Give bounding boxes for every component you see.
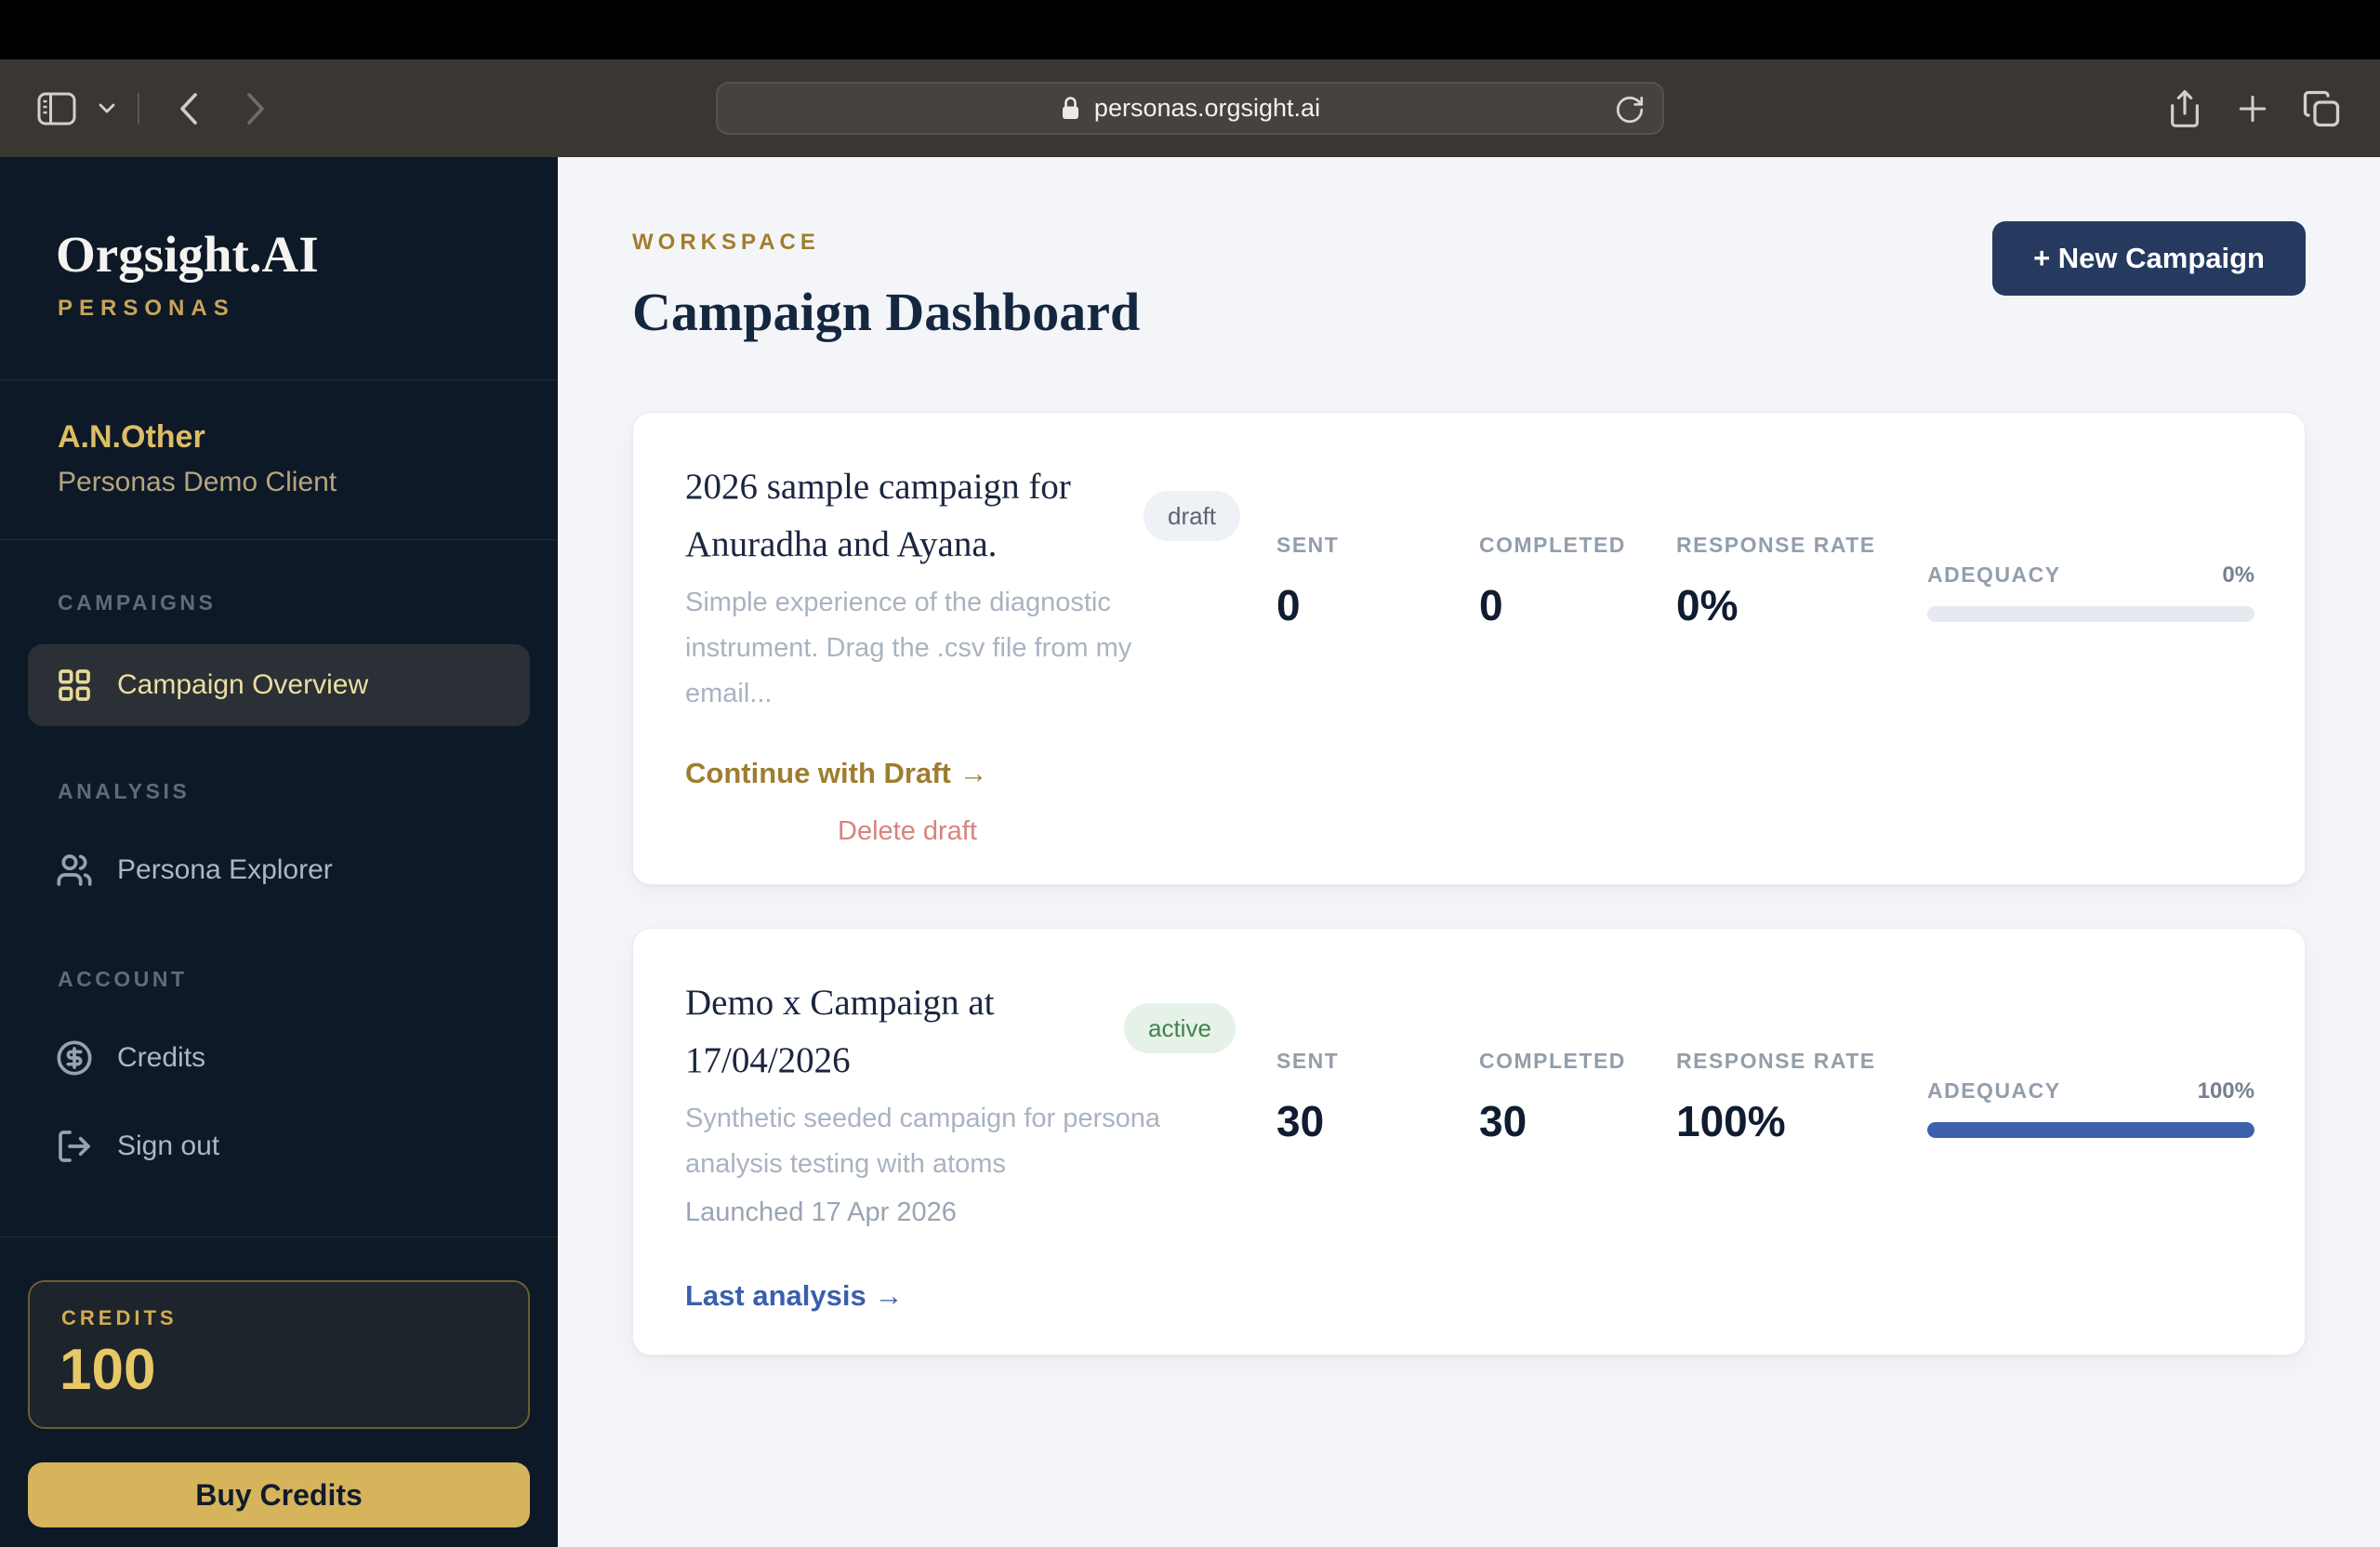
sidebar-item-persona-explorer[interactable]: Persona Explorer	[28, 842, 530, 898]
buy-credits-button[interactable]: Buy Credits	[28, 1462, 530, 1527]
stat-value: 100%	[1676, 1097, 1786, 1145]
toolbar-divider	[138, 92, 139, 125]
adequacy-label: ADEQUACY	[1927, 1078, 2061, 1103]
launched-date: Launched 17 Apr 2026	[685, 1197, 957, 1227]
description-line: instrument. Drag the .csv file from my	[685, 633, 1132, 663]
status-badge: active	[1124, 1003, 1236, 1053]
stat-label: RESPONSE RATE	[1676, 1049, 1876, 1073]
stat-label: RESPONSE RATE	[1676, 533, 1876, 557]
campaign-card-active: Demo x Campaign at 17/04/2026 active Syn…	[632, 928, 2306, 1355]
adequacy-progress-fill	[1927, 1122, 2254, 1138]
share-icon[interactable]	[2166, 88, 2203, 129]
description-line: Synthetic seeded campaign for persona	[685, 1104, 1161, 1133]
adequacy-percent: 100%	[2197, 1078, 2254, 1104]
browser-toolbar: personas.orgsight.ai	[0, 60, 2380, 157]
new-tab-icon[interactable]	[2235, 91, 2270, 126]
campaign-title: 2026 sample campaign for Anuradha and Ay…	[685, 458, 1122, 574]
app-logo: Orgsight.AI	[56, 226, 319, 283]
section-label-analysis: ANALYSIS	[58, 779, 191, 803]
stat-value: 0%	[1676, 581, 1739, 629]
campaign-description: Synthetic seeded campaign for persona an…	[685, 1096, 1169, 1187]
section-label-account: ACCOUNT	[58, 967, 188, 991]
status-badge: draft	[1144, 491, 1241, 541]
campaign-title: Demo x Campaign at 17/04/2026	[685, 974, 1122, 1090]
adequacy-progress-track	[1927, 606, 2254, 622]
adequacy-meter: ADEQUACY 100%	[1927, 1078, 2254, 1138]
sidebar-item-credits[interactable]: Credits	[28, 1030, 530, 1086]
sidebar-item-label: Campaign Overview	[117, 669, 369, 700]
sidebar-item-label: Persona Explorer	[117, 854, 333, 885]
log-out-icon	[56, 1128, 93, 1165]
sidebar-item-label: Sign out	[117, 1130, 220, 1161]
stat-value: 0	[1276, 581, 1301, 629]
stat-value: 30	[1479, 1097, 1527, 1145]
url-text: personas.orgsight.ai	[1093, 94, 1321, 122]
page-title: Campaign Dashboard	[632, 282, 1141, 342]
section-label-campaigns: CAMPAIGNS	[58, 590, 217, 615]
credits-value: 100	[60, 1338, 156, 1402]
client-name: A.N.Other	[58, 419, 205, 455]
campaign-title-line: Demo x Campaign at	[685, 983, 995, 1023]
adequacy-progress-track	[1927, 1122, 2254, 1138]
tab-overview-icon[interactable]	[2302, 89, 2341, 128]
main-content: WORKSPACE Campaign Dashboard + New Campa…	[558, 157, 2380, 1547]
adequacy-label: ADEQUACY	[1927, 562, 2061, 587]
description-line: analysis testing with atoms	[685, 1149, 1006, 1179]
stat-value: 30	[1276, 1097, 1325, 1145]
sidebar-item-campaign-overview[interactable]: Campaign Overview	[28, 644, 530, 726]
workspace-eyebrow: WORKSPACE	[632, 230, 820, 255]
sidebar-divider	[0, 539, 558, 540]
sidebar: Orgsight.AI PERSONAS A.N.Other Personas …	[0, 157, 558, 1547]
chevron-down-icon[interactable]	[99, 103, 115, 114]
users-icon	[56, 852, 93, 889]
sidebar-divider	[0, 379, 558, 380]
stat-value: 0	[1479, 581, 1503, 629]
grid-icon	[56, 667, 93, 704]
credits-label: CREDITS	[61, 1306, 178, 1329]
stat-label: COMPLETED	[1479, 1049, 1626, 1073]
credits-balance-box: CREDITS 100	[28, 1280, 530, 1429]
description-line: Simple experience of the diagnostic	[685, 588, 1111, 617]
menu-bar-strip	[0, 0, 2380, 60]
stat-label: SENT	[1276, 533, 1340, 557]
product-name: PERSONAS	[58, 296, 235, 321]
stat-label: SENT	[1276, 1049, 1340, 1073]
campaign-title-line: 2026 sample campaign for	[685, 467, 1071, 507]
campaign-title-line: 17/04/2026	[685, 1040, 851, 1080]
address-bar[interactable]: personas.orgsight.ai	[716, 82, 1664, 135]
adequacy-percent: 0%	[2222, 562, 2254, 588]
campaign-title-line: Anuradha and Ayana.	[685, 524, 998, 564]
sidebar-item-label: Credits	[117, 1042, 206, 1073]
back-button-icon[interactable]	[178, 92, 199, 126]
reload-icon[interactable]	[1614, 94, 1646, 126]
adequacy-meter: ADEQUACY 0%	[1927, 562, 2254, 622]
campaign-card-draft: 2026 sample campaign for Anuradha and Ay…	[632, 412, 2306, 885]
stat-label: COMPLETED	[1479, 533, 1626, 557]
sidebar-toggle-icon[interactable]	[37, 92, 76, 126]
last-analysis-link[interactable]: Last analysis →	[685, 1278, 903, 1314]
sidebar-divider	[0, 1236, 558, 1237]
sidebar-item-sign-out[interactable]: Sign out	[28, 1118, 530, 1174]
coin-dollar-icon	[56, 1039, 93, 1077]
new-campaign-button[interactable]: + New Campaign	[1992, 221, 2306, 296]
campaign-description: Simple experience of the diagnostic inst…	[685, 580, 1169, 717]
forward-button-icon[interactable]	[245, 92, 266, 126]
client-description: Personas Demo Client	[58, 467, 337, 497]
lock-icon	[1060, 95, 1081, 122]
continue-with-draft-link[interactable]: Continue with Draft →	[685, 756, 987, 791]
description-line: email...	[685, 679, 773, 708]
delete-draft-link[interactable]: Delete draft	[838, 813, 977, 849]
